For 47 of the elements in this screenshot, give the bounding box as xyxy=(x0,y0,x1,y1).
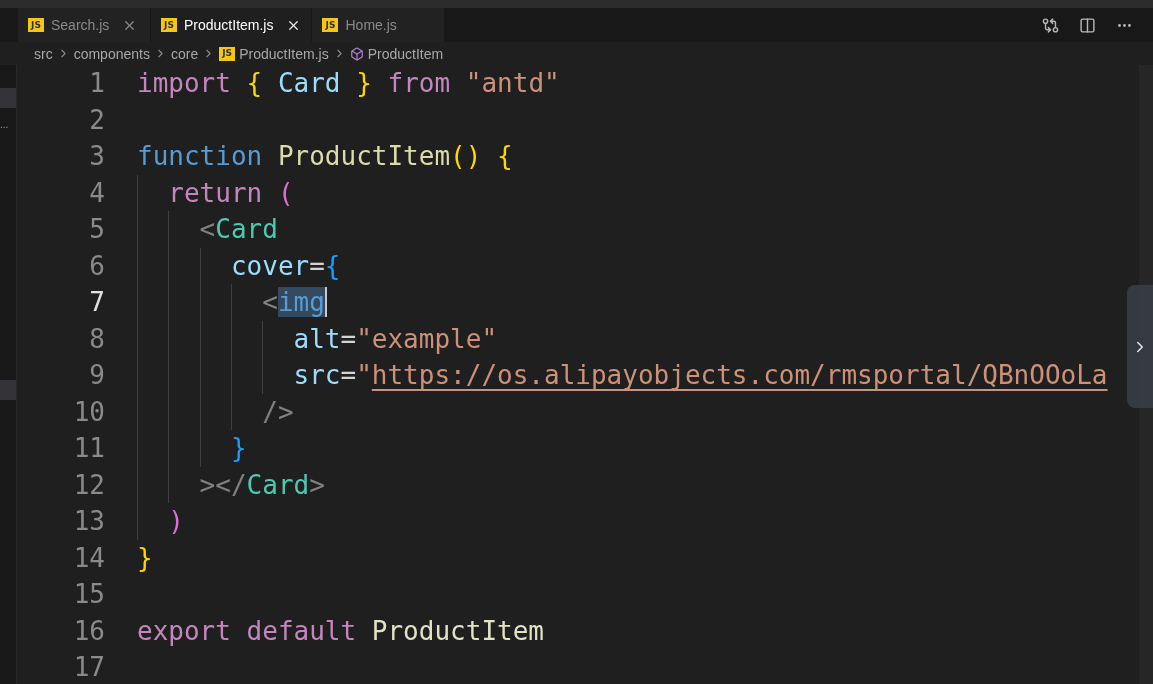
code-line: /> xyxy=(261,395,294,428)
compare-icon[interactable] xyxy=(1042,16,1059,34)
javascript-file-icon: JS xyxy=(219,46,236,61)
code-line: return ( xyxy=(167,176,294,209)
line-number: 2 xyxy=(88,103,105,137)
javascript-file-icon: JS xyxy=(322,18,339,32)
code-line: <img xyxy=(261,286,327,319)
line-number: 12 xyxy=(72,468,105,502)
breadcrumb-item[interactable]: ProductItem.js xyxy=(239,45,329,62)
breadcrumb-item[interactable]: components xyxy=(73,45,150,62)
line-number: 16 xyxy=(72,614,105,648)
split-editor-icon[interactable] xyxy=(1079,16,1096,34)
line-number: 4 xyxy=(88,176,105,210)
line-number: 9 xyxy=(88,359,105,392)
line-number: 17 xyxy=(72,651,105,684)
sidebar-text: ... xyxy=(0,120,10,130)
line-number: 10 xyxy=(72,395,105,429)
editor-tab[interactable]: JS Search.js xyxy=(18,8,150,42)
code-line: alt="example" xyxy=(292,322,498,355)
breadcrumb-item[interactable]: core xyxy=(170,45,199,62)
code-line: } xyxy=(229,432,247,465)
line-number: 7 xyxy=(88,286,105,319)
code-line: export default ProductItem xyxy=(137,614,544,647)
code-line: import { Card } from "antd" xyxy=(137,67,560,100)
javascript-file-icon: JS xyxy=(161,18,177,32)
line-number: 3 xyxy=(88,140,105,173)
line-number: 8 xyxy=(88,322,105,356)
code-line: } xyxy=(137,541,153,574)
code-line: function ProductItem() { xyxy=(137,140,513,173)
code-line: <Card xyxy=(198,213,278,246)
line-number: 13 xyxy=(72,505,105,538)
code-line: src="https://os.alipayobjects.com/rmsportal/QBnOOoLa xyxy=(292,359,1108,392)
editor-tab[interactable]: JS ProductItem.js xyxy=(151,8,312,42)
line-number: 1 xyxy=(88,67,105,100)
code-line: ) xyxy=(167,505,184,538)
editor-tab[interactable]: JS Home.js xyxy=(312,8,445,42)
javascript-file-icon: JS xyxy=(28,18,44,32)
line-number: 5 xyxy=(88,213,105,246)
cube-icon xyxy=(349,46,364,61)
breadcrumb-item[interactable]: src xyxy=(34,45,53,62)
line-number: 15 xyxy=(72,578,105,611)
line-number: 14 xyxy=(72,541,105,575)
code-line: ></Card> xyxy=(198,468,325,501)
code-line: cover={ xyxy=(229,249,341,282)
line-number: 6 xyxy=(88,249,105,283)
breadcrumb-item[interactable]: ProductItem xyxy=(367,45,444,62)
line-number: 11 xyxy=(72,432,105,465)
